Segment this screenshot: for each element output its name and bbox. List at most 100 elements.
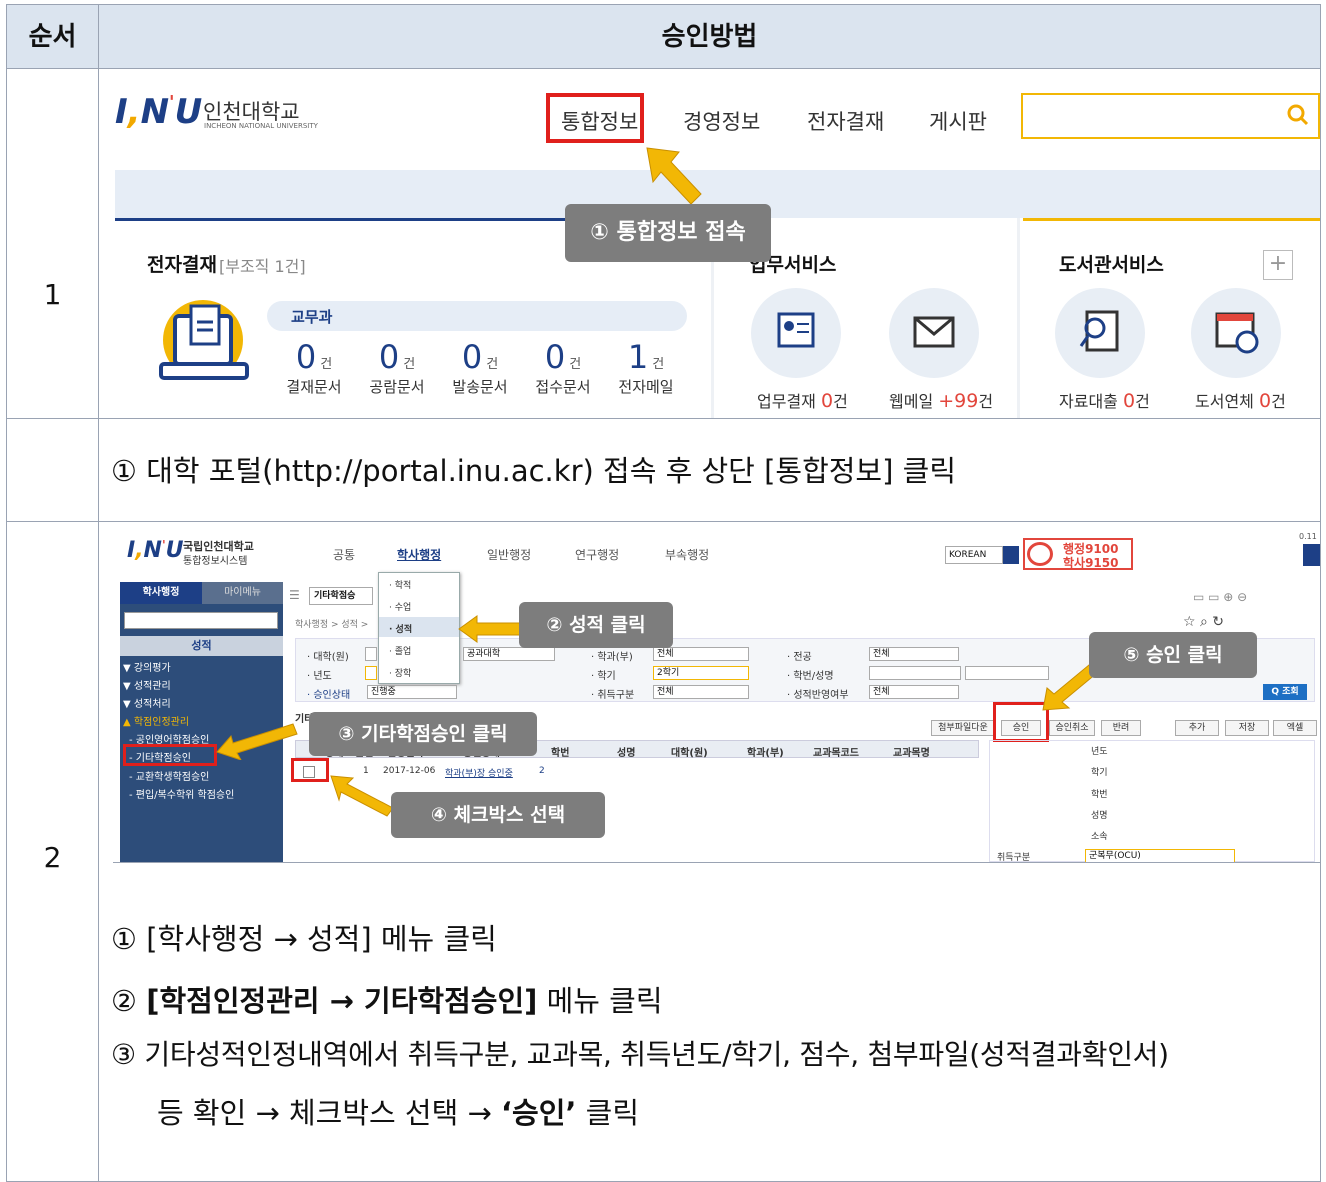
toolbar-icons[interactable]: ☆ ⌕ ↻: [1183, 614, 1224, 630]
topnav-academic[interactable]: 학사행정: [397, 546, 441, 563]
header-method: 승인방법: [661, 22, 758, 52]
webmail-icon[interactable]: [889, 288, 979, 378]
side-tab-mymenu[interactable]: 마이메뉴: [202, 582, 283, 604]
stat-circulation[interactable]: 0 건 공람문서: [362, 338, 432, 397]
dropdown-grades[interactable]: · 성적: [389, 622, 412, 635]
filter-status-label: · 승인상태: [307, 690, 351, 701]
filter-year-label: · 년도: [307, 671, 332, 682]
search-icon[interactable]: [1287, 104, 1309, 126]
dropdown-graduation[interactable]: · 졸업: [389, 644, 411, 657]
row2-line2: ② [학점인정관리 → 기타학점승인] 메뉴 클릭: [111, 984, 663, 1018]
panel-divider: [1017, 218, 1020, 418]
highlight-checkbox: [291, 758, 329, 782]
detail-type-select[interactable]: 군복무(OCU): [1085, 849, 1235, 862]
callout-grades: ② 성적 클릭: [519, 602, 673, 648]
window-icons[interactable]: ▭ ▭ ⊕ ⊖: [1193, 590, 1247, 604]
dropdown-class[interactable]: · 수업: [389, 600, 411, 613]
logo-subtext: INCHEON NATIONAL UNIVERSITY: [204, 122, 318, 130]
filter-dept-select[interactable]: 전체: [653, 647, 749, 661]
row-divider: [7, 418, 1320, 419]
attachment-download-button[interactable]: 첨부파일다운: [931, 720, 995, 736]
reject-button[interactable]: 반려: [1101, 720, 1141, 736]
detail-panel: [989, 740, 1315, 862]
stat-approval[interactable]: 0 건 결재문서: [279, 338, 349, 397]
lib-overdue[interactable]: 도서연체 0건: [1195, 388, 1286, 412]
stat-sent[interactable]: 0 건 발송문서: [445, 338, 515, 397]
language-dropdown-icon[interactable]: [1003, 546, 1019, 564]
row2-number: 2: [43, 841, 62, 874]
filter-major-select[interactable]: 전체: [869, 647, 959, 661]
dropdown-registration[interactable]: · 학적: [389, 578, 411, 591]
menu-icon[interactable]: ☰: [289, 588, 300, 602]
detail-term-label: 학기: [1091, 768, 1108, 778]
search-input[interactable]: [1021, 93, 1320, 139]
side-group-eval[interactable]: ▼ 강의평가: [123, 659, 171, 674]
dropdown-scholarship[interactable]: · 장학: [389, 666, 411, 679]
excel-button[interactable]: 엑셀: [1273, 720, 1317, 736]
add-icon[interactable]: +: [1263, 250, 1293, 280]
calendar-icon[interactable]: [1191, 288, 1281, 378]
logout-button[interactable]: [1303, 544, 1320, 566]
filter-sid-input[interactable]: [869, 666, 961, 680]
detail-type-label: 취득구분: [997, 853, 1031, 862]
lib-title: 도서관서비스: [1059, 254, 1164, 276]
cancel-approval-button[interactable]: 승인취소: [1049, 720, 1095, 736]
corner-value: 0.11: [1299, 532, 1317, 541]
save-button[interactable]: 저장: [1225, 720, 1269, 736]
topnav-common[interactable]: 공통: [333, 546, 355, 563]
nav-board[interactable]: 게시판: [929, 106, 987, 136]
grid-col-code: 교과목코드: [813, 748, 859, 759]
work-approval-icon[interactable]: [751, 288, 841, 378]
book-loan-icon[interactable]: [1055, 288, 1145, 378]
breadcrumb: 학사행정 > 성적 >: [295, 620, 369, 630]
detail-sid-label: 학번: [1091, 790, 1108, 800]
detail-year-label: 년도: [1091, 747, 1108, 757]
side-item-exchange[interactable]: - 교환학생학점승인: [129, 768, 209, 783]
svc-webmail[interactable]: 웹메일 +99건: [889, 388, 993, 412]
phone-icon: [1027, 542, 1053, 566]
filter-status-select[interactable]: 진행중: [367, 685, 457, 699]
add-button[interactable]: 추가: [1175, 720, 1219, 736]
side-search-input[interactable]: [124, 612, 278, 629]
filter-year-select[interactable]: [365, 666, 377, 680]
lib-loan[interactable]: 자료대출 0건: [1059, 388, 1150, 412]
search-button[interactable]: Q 조회: [1263, 684, 1307, 700]
detail-affil-label: 소속: [1091, 832, 1108, 842]
laptop-doc-icon: [159, 300, 249, 380]
highlight-other-credit: [123, 744, 217, 766]
grid-cell-extra: 2: [539, 766, 545, 776]
svc-approval[interactable]: 업무결재 0건: [757, 388, 848, 412]
filter-term-select[interactable]: 2학기: [653, 666, 749, 680]
system-subtitle: 통합정보시스템: [183, 556, 248, 567]
nav-e-approval[interactable]: 전자결재: [807, 106, 884, 136]
filter-univ-select[interactable]: 공과대학: [463, 647, 555, 661]
filter-term-label: · 학기: [591, 671, 616, 682]
side-group-manage[interactable]: ▼ 성적관리: [123, 677, 171, 692]
callout-step1: ① 통합정보 접속: [565, 204, 771, 262]
grid-col-univ: 대학(원): [671, 748, 708, 759]
filter-univ-label: · 대학(원): [307, 652, 349, 663]
topnav-research[interactable]: 연구행정: [575, 546, 619, 563]
nav-management-info[interactable]: 경영정보: [683, 106, 760, 136]
filter-univ-select-a[interactable]: [365, 647, 377, 661]
side-item-transfer[interactable]: - 편입/복수학위 학점승인: [129, 786, 234, 801]
grid-cell-status[interactable]: 학과(부)장 승인중: [445, 766, 513, 779]
side-group-process[interactable]: ▼ 성적처리: [123, 695, 171, 710]
topnav-general[interactable]: 일반행정: [487, 546, 531, 563]
tab-other-credit[interactable]: 기타학점승: [309, 587, 373, 605]
language-select[interactable]: KOREAN: [945, 546, 1003, 564]
filter-type-select[interactable]: 전체: [653, 685, 749, 699]
header-order: 순서: [28, 22, 77, 52]
grid-col-sid: 학번: [551, 748, 570, 759]
inu-logo: I,N'U: [127, 538, 184, 563]
side-group-credit[interactable]: ▲ 학점인정관리: [123, 713, 189, 728]
dept-name: 교무과: [291, 308, 333, 326]
stat-received[interactable]: 0 건 접수문서: [528, 338, 598, 397]
filter-reflect-select[interactable]: 전체: [869, 685, 959, 699]
side-tab-academic[interactable]: 학사행정: [120, 582, 202, 604]
pointer-arrow: [458, 615, 524, 643]
stat-email[interactable]: 1 건 전자메일: [611, 338, 681, 397]
topnav-affiliated[interactable]: 부속행정: [665, 546, 709, 563]
callout-approve: ⑤ 승인 클릭: [1089, 632, 1257, 678]
filter-dept-label: · 학과(부): [591, 652, 633, 663]
